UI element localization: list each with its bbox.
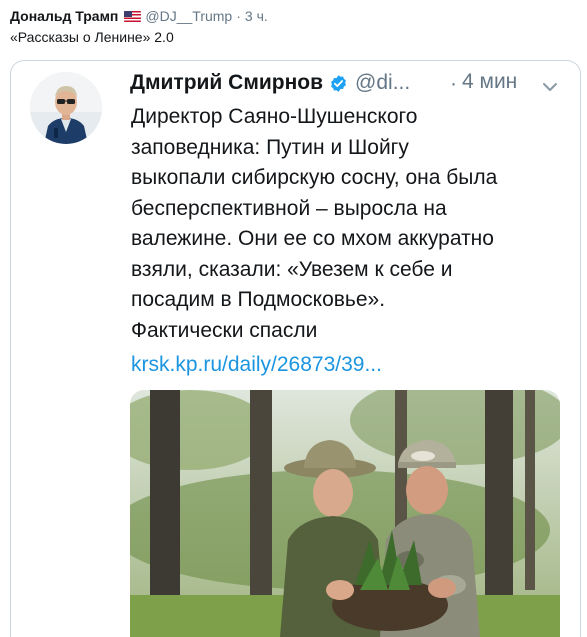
quoted-tweet-text: Директор Саяно-Шушенского заповедника: П… <box>131 102 571 346</box>
article-link[interactable]: krsk.kp.ru/daily/26873/39... <box>131 353 382 377</box>
quoted-author-name[interactable]: Дмитрий Смирнов <box>130 71 323 95</box>
text-line: валежине. Они ее со мхом аккуратно <box>131 227 494 250</box>
text-line: заповедника: Путин и Шойгу <box>131 135 409 159</box>
outer-tweet-time[interactable]: 3 ч. <box>245 8 268 24</box>
outer-tweet-text: «Рассказы о Ленине» 2.0 <box>10 29 174 45</box>
verified-badge-icon <box>329 74 348 93</box>
text-line: взяли, сказали: «Увезем к себе и <box>131 257 453 281</box>
chevron-down-icon[interactable] <box>542 80 558 92</box>
text-line: посадим в Подмосковье». <box>131 288 386 311</box>
quoted-author-handle[interactable]: @di... <box>355 71 410 95</box>
separator-dot: · <box>450 72 457 95</box>
us-flag-icon <box>124 10 142 22</box>
separator-dot: · <box>236 8 241 24</box>
outer-author-handle[interactable]: @DJ__Trump <box>145 8 232 24</box>
outer-author-name[interactable]: Дональд Трамп <box>10 8 118 24</box>
outer-tweet-header: Дональд Трамп @DJ__Trump · 3 ч. <box>10 6 268 26</box>
quoted-tweet-time[interactable]: 4 мин <box>462 70 517 94</box>
tweet-photo[interactable] <box>130 390 560 637</box>
avatar[interactable] <box>30 72 102 144</box>
text-line: Директор Саяно-Шушенского <box>131 105 418 128</box>
quoted-tweet-header: Дмитрий Смирнов @di... <box>130 68 410 98</box>
text-line: выкопали сибирскую сосну, она была <box>131 166 498 189</box>
text-line: бесперспективной – выросла на <box>131 196 447 220</box>
text-line: Фактически спасли <box>131 318 318 342</box>
